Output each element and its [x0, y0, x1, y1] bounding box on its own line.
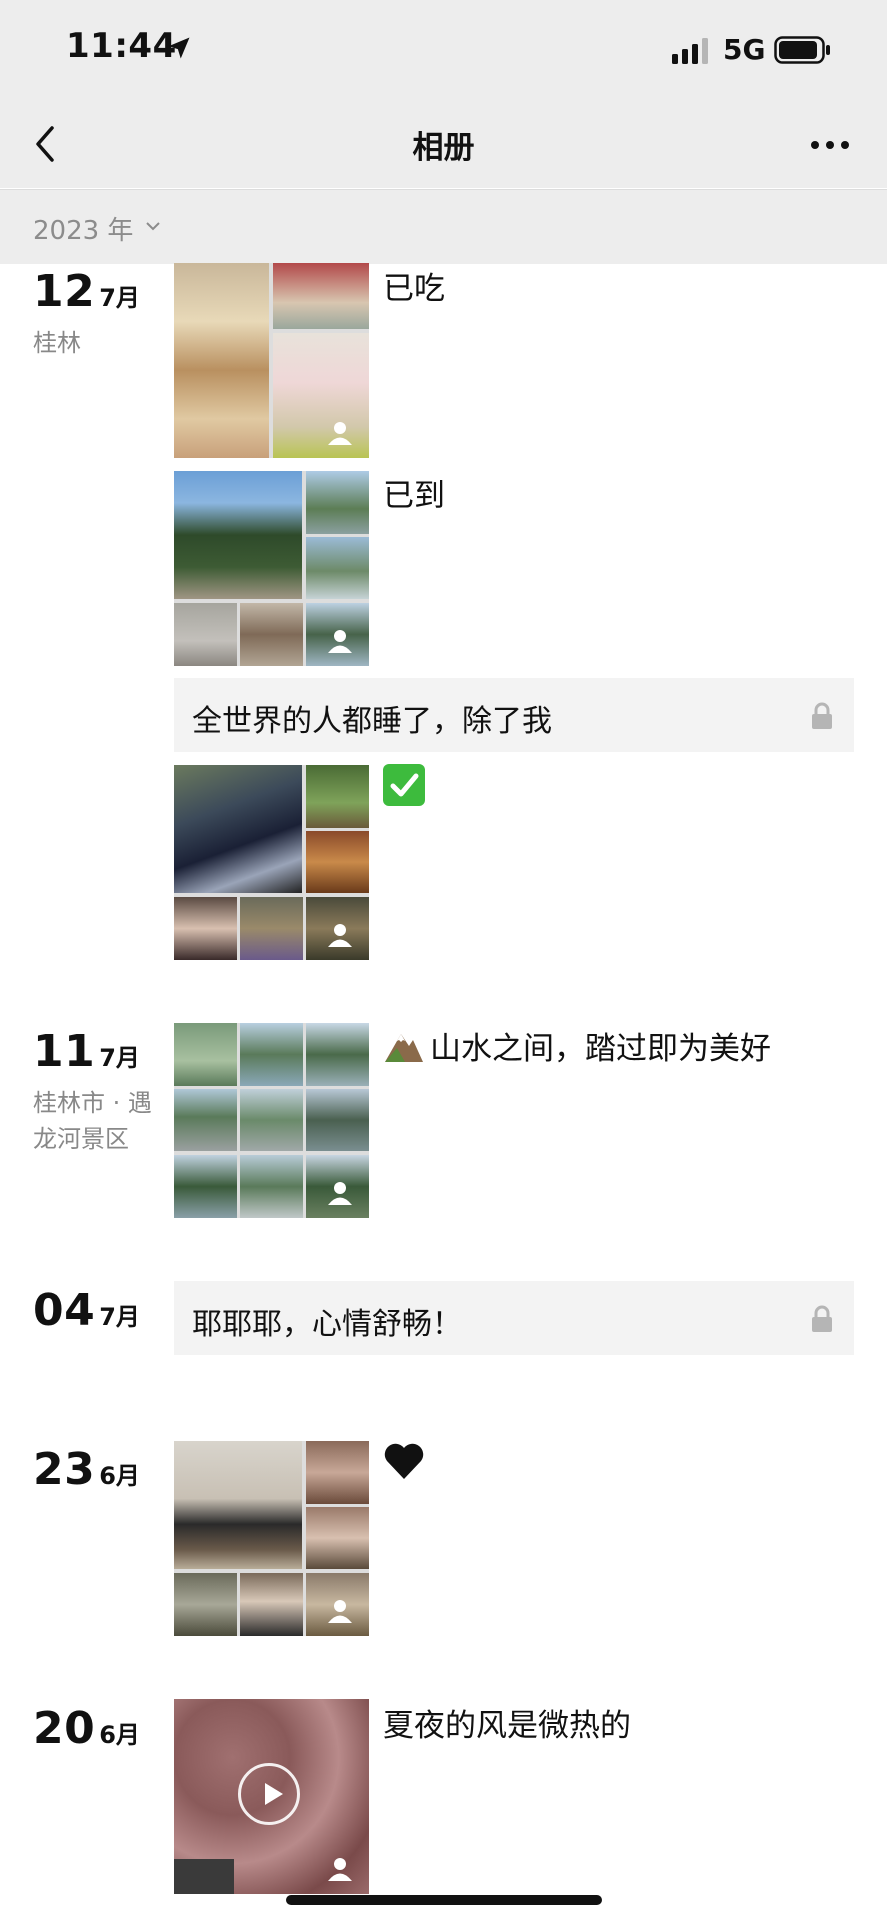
date-month: 6月 — [99, 1721, 140, 1749]
location-arrow-icon — [168, 37, 190, 59]
date-day: 04 — [33, 1285, 96, 1336]
date-month: 7月 — [99, 1303, 140, 1331]
video-thumbnail[interactable] — [174, 1699, 369, 1894]
multi-photo-icon — [328, 1858, 352, 1881]
multi-photo-icon — [328, 924, 352, 947]
nav-bar: 相册 — [0, 100, 887, 188]
multi-photo-icon — [328, 630, 352, 653]
text-post[interactable]: 全世界的人都睡了，除了我 — [174, 678, 854, 752]
status-time: 11:44 — [66, 26, 177, 66]
date-day: 11 — [33, 1026, 96, 1077]
date-month: 7月 — [99, 1044, 140, 1072]
post-date: 04 7月 — [33, 1285, 140, 1336]
lock-icon — [812, 1305, 832, 1332]
date-day: 12 — [33, 266, 96, 317]
photo-thumbnail[interactable] — [174, 263, 369, 458]
check-mark-emoji-icon — [383, 764, 425, 806]
post-date: 11 7月 — [33, 1026, 140, 1077]
date-month: 7月 — [99, 284, 140, 312]
mountain-emoji-icon — [385, 1034, 423, 1062]
post-caption: 山水之间，踏过即为美好 — [430, 1031, 771, 1067]
post-date: 12 7月 — [33, 266, 140, 317]
photo-thumbnail[interactable] — [174, 471, 369, 666]
text-post-content: 全世界的人都睡了，除了我 — [192, 704, 552, 739]
text-post[interactable]: 耶耶耶，心情舒畅！ — [174, 1281, 854, 1355]
lock-icon — [812, 702, 832, 729]
battery-icon — [774, 36, 830, 64]
more-options-icon[interactable] — [810, 140, 850, 150]
post-location: 桂林市 · 遇龙河景区 — [33, 1089, 152, 1153]
post-date: 23 6月 — [33, 1444, 140, 1495]
photo-thumbnail[interactable] — [174, 765, 369, 960]
black-heart-emoji-icon — [384, 1443, 424, 1479]
post-location: 桂林 — [33, 329, 81, 357]
date-day: 23 — [33, 1444, 96, 1495]
network-type: 5G — [723, 33, 766, 66]
page-title: 相册 — [412, 130, 475, 166]
post-caption: 已吃 — [383, 271, 445, 307]
photo-thumbnail[interactable] — [174, 1023, 369, 1218]
text-post-content: 耶耶耶，心情舒畅！ — [192, 1307, 462, 1342]
home-indicator[interactable] — [286, 1895, 602, 1905]
date-day: 20 — [33, 1703, 96, 1754]
chevron-down-icon — [146, 222, 160, 231]
post-caption: 夏夜的风是微热的 — [383, 1708, 631, 1744]
year-label[interactable]: 2023 年 — [33, 210, 133, 247]
multi-photo-icon — [328, 1600, 352, 1623]
date-month: 6月 — [99, 1462, 140, 1490]
photo-thumbnail[interactable] — [174, 1441, 369, 1636]
multi-photo-icon — [328, 422, 352, 445]
year-filter[interactable]: 2023 年 — [0, 189, 887, 264]
play-icon — [238, 1763, 300, 1825]
post-caption: 已到 — [383, 478, 445, 514]
status-bar: 11:44 5G — [0, 0, 887, 100]
cellular-signal-icon — [672, 38, 708, 64]
post-date: 20 6月 — [33, 1703, 140, 1754]
multi-photo-icon — [328, 1182, 352, 1205]
